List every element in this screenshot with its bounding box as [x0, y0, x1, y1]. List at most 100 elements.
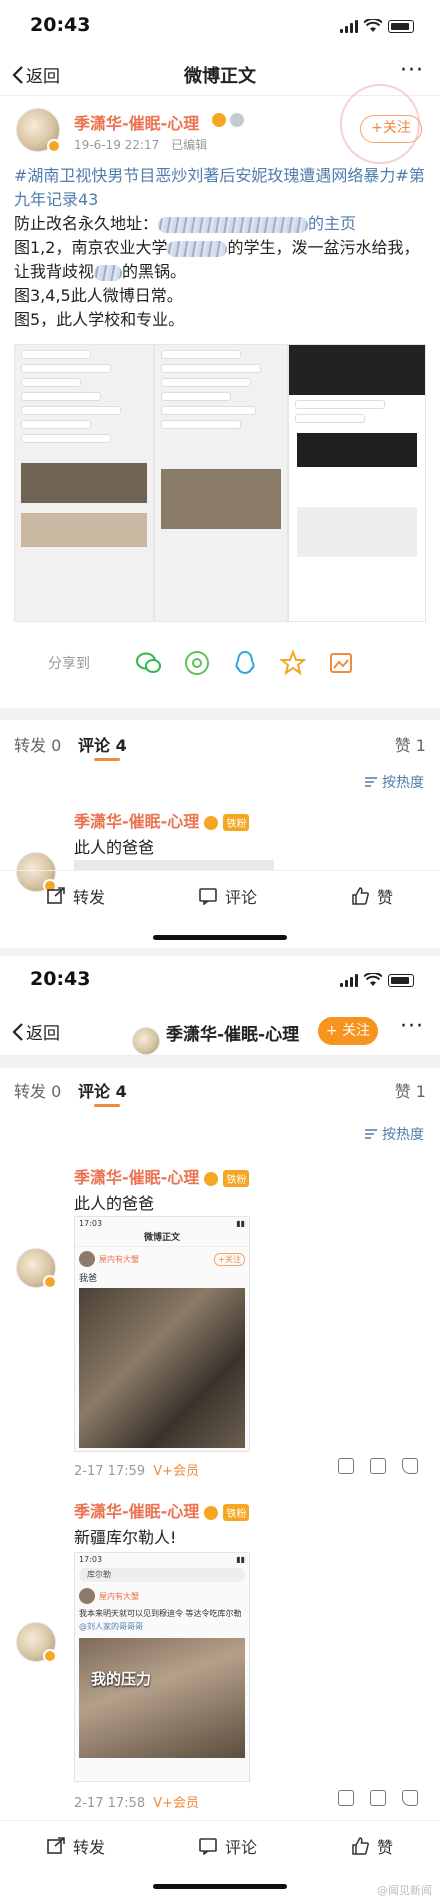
- comment-time: 2-17 17:59: [74, 1464, 146, 1479]
- nav-avatar[interactable]: [132, 1026, 160, 1055]
- commenter-avatar[interactable]: [16, 1248, 57, 1289]
- commenter-name[interactable]: 季潇华-催眠-心理: [74, 1502, 199, 1521]
- status-time: 20:43: [30, 14, 91, 36]
- card-user: 屋内有大蟹: [99, 1591, 139, 1601]
- card-tag: @刘人家的哥哥哥: [79, 1622, 143, 1631]
- tab-repost[interactable]: 转发 0: [14, 1078, 61, 1102]
- fan-badge: 铁粉: [223, 814, 250, 831]
- nav-user-title[interactable]: 季潇华-催眠-心理: [166, 1020, 299, 1045]
- comment-header: 季潇华-催眠-心理 铁粉: [74, 1498, 250, 1522]
- tab-bar: 转发 0 评论 4 赞 1: [0, 722, 440, 762]
- moments-icon[interactable]: [184, 650, 210, 676]
- sort-icon: [365, 1129, 377, 1139]
- comment-header: 季潇华-催眠-心理 铁粉: [74, 808, 250, 832]
- status-icons: [340, 973, 414, 987]
- comment-header: 季潇华-催眠-心理 铁粉: [74, 1164, 250, 1188]
- comment-icon[interactable]: [370, 1790, 386, 1806]
- chevron-left-icon: [12, 1022, 23, 1041]
- profile-link[interactable]: 的主页: [308, 214, 356, 233]
- comment-button[interactable]: 评论: [199, 884, 257, 908]
- comment-image-2[interactable]: 17:03 ▮▮ 库尔勒 屋内有大蟹 我本来明天就可以见到穆迪令 等达令吃库尔勒 …: [74, 1552, 250, 1782]
- favorite-star-icon[interactable]: [280, 650, 306, 676]
- repost-button[interactable]: 转发: [47, 1834, 105, 1858]
- status-bar: 20:43: [0, 0, 440, 52]
- card-photo: 我的压力: [79, 1638, 245, 1758]
- repost-button[interactable]: 转发: [47, 884, 105, 908]
- redaction: [167, 240, 228, 257]
- tab-like[interactable]: 赞 1: [395, 1078, 426, 1102]
- card-avatar: [79, 1251, 95, 1267]
- follow-button[interactable]: + 关注: [318, 1017, 378, 1045]
- back-label: 返回: [26, 1024, 60, 1044]
- comment-actions: [338, 1458, 418, 1474]
- author-avatar[interactable]: [16, 108, 61, 153]
- bottom-action-bar: 转发 评论 赞: [0, 870, 440, 920]
- comment-text: 此人的爸爸: [74, 1194, 155, 1213]
- more-button[interactable]: ···: [400, 58, 424, 83]
- repost-icon: [47, 886, 65, 904]
- comment-image-preview[interactable]: [74, 860, 274, 870]
- post-image-2[interactable]: [154, 344, 288, 622]
- comment-icon: [199, 887, 217, 905]
- like-button[interactable]: 赞: [351, 884, 393, 908]
- thumbs-up-icon[interactable]: [402, 1458, 418, 1474]
- save-image-icon[interactable]: [328, 650, 354, 676]
- card-time: 17:03: [79, 1555, 103, 1564]
- tab-like[interactable]: 赞 1: [395, 732, 426, 756]
- comment-button[interactable]: 评论: [199, 1834, 257, 1858]
- tab-indicator: [94, 1104, 120, 1107]
- photo-overlay-text: 我的压力: [91, 1670, 152, 1688]
- fan-icon: [204, 1505, 219, 1520]
- tab-indicator: [94, 758, 120, 761]
- share-row: 分享到: [48, 650, 428, 676]
- commenter-name[interactable]: 季潇华-催眠-心理: [74, 1168, 199, 1187]
- tab-comment[interactable]: 评论 4: [78, 732, 127, 756]
- post-image-1[interactable]: [14, 344, 154, 622]
- card-body: 我本来明天就可以见到穆迪令 等达令吃库尔勒: [79, 1609, 242, 1618]
- card-title: 微博正文: [75, 1230, 249, 1247]
- more-button[interactable]: ···: [400, 1014, 424, 1039]
- comment-text: 新疆库尔勒人!: [74, 1528, 177, 1547]
- post-date: 19-6-19 22:17: [74, 138, 160, 152]
- card-user: 屋内有大蟹: [99, 1254, 139, 1264]
- comment-actions: [338, 1790, 418, 1806]
- comment-icon[interactable]: [370, 1458, 386, 1474]
- post-line-1: 防止改名永久地址：: [14, 214, 159, 233]
- thumbs-up-icon[interactable]: [402, 1790, 418, 1806]
- post-meta: 19-6-19 22:17 已编辑: [74, 136, 207, 153]
- post-line-2-end: 的黑锅。: [122, 262, 187, 281]
- sort-toggle[interactable]: 按热度: [364, 772, 424, 792]
- status-time: 20:43: [30, 968, 91, 990]
- tab-comment[interactable]: 评论 4: [78, 1078, 127, 1102]
- signal-icon: [340, 19, 358, 33]
- home-indicator: [153, 935, 287, 940]
- back-button[interactable]: 返回: [12, 1019, 60, 1044]
- wifi-icon: [364, 19, 382, 32]
- wechat-icon[interactable]: [136, 650, 162, 676]
- card-follow: +关注: [214, 1252, 245, 1266]
- repost-icon[interactable]: [338, 1790, 354, 1806]
- status-icons: [340, 19, 414, 33]
- comment-label: 评论: [224, 887, 257, 907]
- commenter-avatar[interactable]: [16, 1622, 57, 1663]
- sort-toggle[interactable]: 按热度: [364, 1124, 424, 1144]
- redaction: [158, 216, 309, 233]
- like-button[interactable]: 赞: [351, 1834, 393, 1858]
- qq-icon[interactable]: [232, 650, 258, 676]
- redaction: [94, 264, 123, 281]
- comment-image-1[interactable]: 17:03 ▮▮ 微博正文 屋内有大蟹 +关注 我爸: [74, 1216, 250, 1452]
- comment-text: 此人的爸爸: [74, 838, 155, 857]
- post-image-3[interactable]: [288, 344, 426, 622]
- repost-label: 转发: [72, 1837, 105, 1857]
- sort-label: 按热度: [382, 775, 424, 791]
- fan-icon: [204, 1171, 219, 1186]
- medal-icon: [230, 113, 244, 127]
- repost-icon[interactable]: [338, 1458, 354, 1474]
- tab-repost[interactable]: 转发 0: [14, 732, 61, 756]
- post-topic[interactable]: #湖南卫视快男节目恶炒刘著后安妮玫瑰遭遇网络暴力#第九年记录43: [14, 166, 425, 209]
- author-name[interactable]: 季潇华-催眠-心理: [74, 110, 199, 134]
- commenter-name[interactable]: 季潇华-催眠-心理: [74, 812, 199, 831]
- follow-button[interactable]: +关注: [360, 115, 422, 143]
- divider: [0, 1056, 440, 1068]
- post-line-2: 图1,2，南京农业大学: [14, 238, 168, 257]
